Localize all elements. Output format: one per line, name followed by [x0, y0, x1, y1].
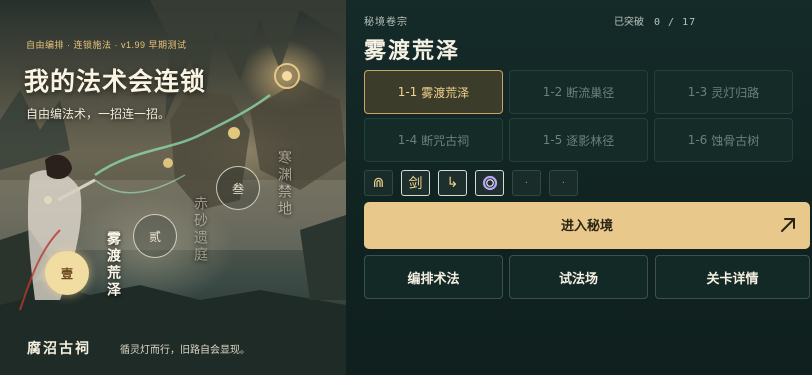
stage-1-2[interactable]: 1-2 断流巢径: [509, 70, 648, 114]
fork-rune-icon[interactable]: ⋒: [364, 170, 393, 196]
world-node-3-label: 寒渊禁地: [276, 150, 292, 218]
sword-rune-icon[interactable]: 剑: [401, 170, 430, 196]
empty-slot-icon[interactable]: ·: [512, 170, 541, 196]
realm-panel: 秘境卷宗 已突破 0 / 17 雾渡荒泽 1-1 雾渡荒泽 1-2 断流巢径 1-…: [346, 0, 812, 375]
stage-code: 1-2: [542, 85, 563, 99]
scene-artwork: [0, 0, 346, 375]
stage-name: 断咒古祠: [421, 133, 470, 148]
stage-1-1[interactable]: 1-1 雾渡荒泽: [364, 70, 503, 114]
ring-rune-icon[interactable]: [475, 170, 504, 196]
game-tagline: 自由编排 · 连锁施法 · v1.99 早期测试: [26, 40, 187, 50]
stage-name: 蚀骨古树: [711, 133, 760, 148]
stage-code: 1-4: [397, 133, 418, 147]
progress-value: 0 / 17: [654, 17, 697, 28]
empty-slot-dot: ·: [524, 177, 529, 189]
game-title: 我的法术会连锁: [24, 67, 207, 96]
stage-code: 1-3: [687, 85, 708, 99]
stage-name: 雾渡荒泽: [421, 85, 470, 100]
world-node-2-label: 赤砂遗庭: [192, 196, 208, 264]
stage-name: 灵灯归路: [711, 85, 760, 100]
stage-name: 逐影林径: [566, 133, 615, 148]
world-node-2[interactable]: 贰: [133, 214, 177, 258]
section-label: 秘境卷宗: [364, 17, 408, 28]
ring-icon: [482, 175, 497, 191]
redirect-arrow-rune-icon[interactable]: ↳: [438, 170, 467, 196]
stage-code: 1-5: [542, 133, 563, 147]
world-node-1[interactable]: 壹: [45, 251, 89, 295]
arrow-up-right-icon: [781, 218, 795, 232]
realm-title: 雾渡荒泽: [364, 38, 461, 64]
stage-code: 1-1: [397, 85, 418, 99]
stage-1-4[interactable]: 1-4 断咒古祠: [364, 118, 503, 162]
enter-realm-label: 进入秘境: [560, 219, 613, 234]
stage-details-button[interactable]: 关卡详情: [655, 255, 810, 299]
region-hint: 循灵灯而行，旧路自会显现。: [120, 345, 250, 356]
arrange-spells-button[interactable]: 编排术法: [364, 255, 503, 299]
trial-ground-button[interactable]: 试法场: [509, 255, 648, 299]
stage-1-6[interactable]: 1-6 蚀骨古树: [654, 118, 793, 162]
stage-1-3[interactable]: 1-3 灵灯归路: [654, 70, 793, 114]
empty-slot-icon[interactable]: ·: [549, 170, 578, 196]
enter-realm-button[interactable]: 进入秘境: [364, 202, 810, 249]
world-node-1-label: 雾渡荒泽: [105, 231, 121, 299]
game-subtitle: 自由编法术，一招连一招。: [26, 107, 171, 121]
progress-readout: 已突破 0 / 17: [614, 13, 696, 28]
art-panel: 自由编排 · 连锁施法 · v1.99 早期测试 我的法术会连锁 自由编法术，一…: [0, 0, 346, 375]
region-name: 腐沼古祠: [27, 341, 91, 357]
stage-name: 断流巢径: [566, 85, 615, 100]
stage-1-5[interactable]: 1-5 逐影林径: [509, 118, 648, 162]
empty-slot-dot: ·: [561, 177, 566, 189]
progress-label: 已突破: [614, 17, 644, 28]
stage-code: 1-6: [687, 133, 708, 147]
world-node-3[interactable]: 叁: [216, 166, 260, 210]
